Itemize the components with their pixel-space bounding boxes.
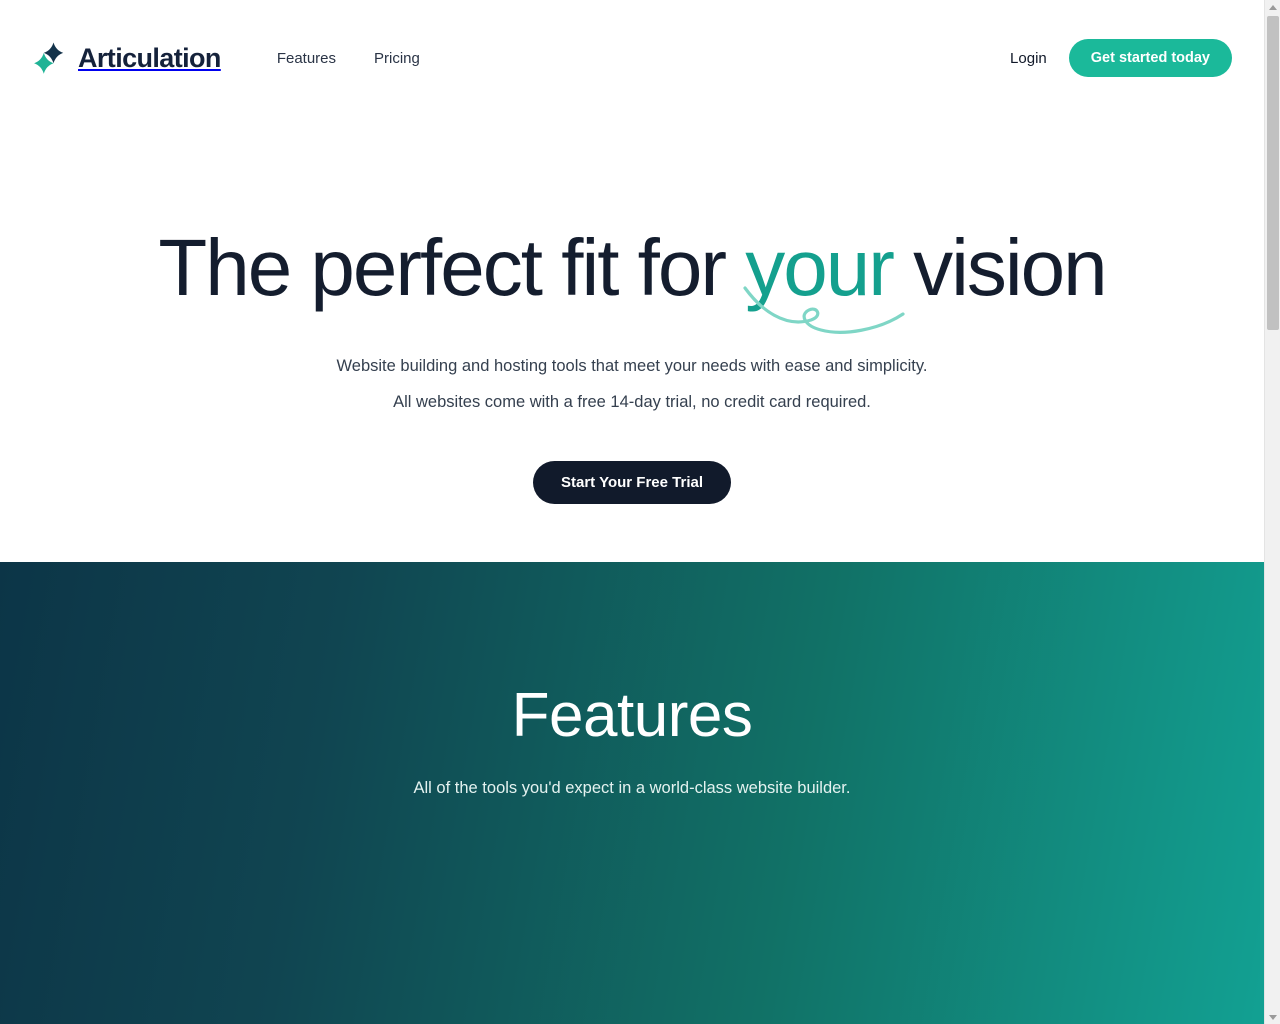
nav-item-pricing[interactable]: Pricing: [374, 50, 420, 67]
brand-logo-link[interactable]: Articulation: [32, 41, 221, 75]
hero-subtitle-line-1: Website building and hosting tools that …: [336, 357, 928, 375]
nav-item-features[interactable]: Features: [277, 50, 336, 67]
main-nav: Features Pricing: [277, 50, 420, 67]
features-title: Features: [511, 680, 753, 750]
hero-section: The perfect fit for your vision Website …: [0, 116, 1264, 562]
login-link[interactable]: Login: [1010, 50, 1047, 67]
hero-title-highlight-wrap: your: [743, 228, 905, 334]
start-free-trial-button[interactable]: Start Your Free Trial: [533, 460, 731, 504]
articulation-logo-icon: [32, 41, 68, 75]
hero-subtitle-line-2: All websites come with a free 14-day tri…: [393, 393, 871, 412]
browser-viewport: Articulation Features Pricing Login Get …: [0, 0, 1280, 1024]
features-subtitle: All of the tools you'd expect in a world…: [413, 778, 851, 797]
hero-title-highlight: your: [745, 223, 895, 312]
hero-title: The perfect fit for your vision: [0, 228, 1264, 334]
scroll-down-arrow-icon[interactable]: [1265, 1010, 1280, 1024]
hero-title-part1: The perfect fit for: [158, 223, 746, 312]
features-section: Features All of the tools you'd expect i…: [0, 561, 1264, 1024]
hero-subtitle: Website building and hosting tools that …: [0, 348, 1264, 421]
site-header: Articulation Features Pricing Login Get …: [0, 0, 1264, 116]
brand-name: Articulation: [78, 42, 221, 73]
scrollbar-thumb[interactable]: [1267, 16, 1279, 330]
get-started-button[interactable]: Get started today: [1068, 39, 1232, 77]
scroll-up-arrow-icon[interactable]: [1265, 0, 1280, 14]
header-actions: Login Get started today: [1010, 39, 1232, 77]
page-content: Articulation Features Pricing Login Get …: [0, 0, 1264, 1024]
hero-title-part2: vision: [892, 223, 1108, 312]
vertical-scrollbar[interactable]: [1264, 0, 1280, 1024]
